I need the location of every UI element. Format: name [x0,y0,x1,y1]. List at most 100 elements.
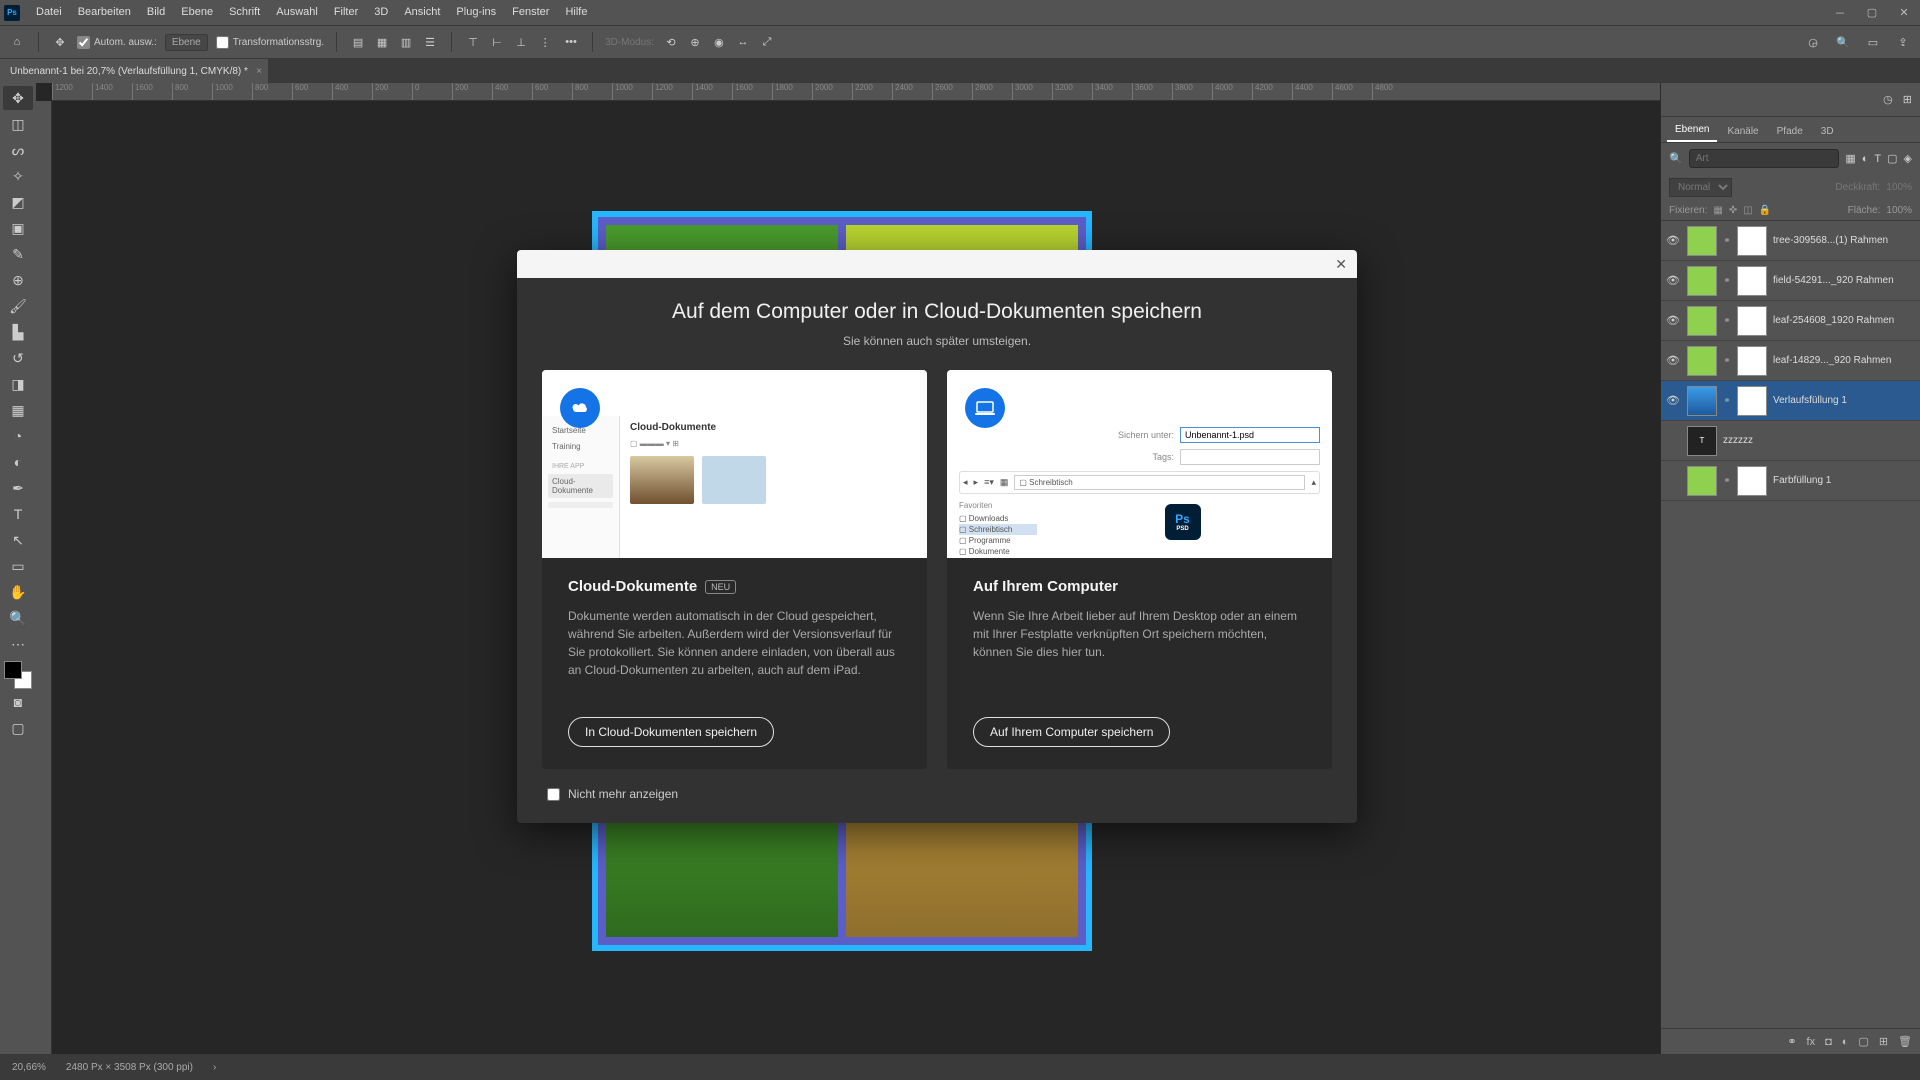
layer-row[interactable]: Tzzzzzz [1661,421,1920,461]
search-icon[interactable]: 🔍 [1834,33,1852,51]
document-tab[interactable]: Unbenannt-1 bei 20,7% (Verlaufsfüllung 1… [0,59,268,83]
eyedropper-tool[interactable]: ✎ [3,242,33,266]
layer-row[interactable]: 👁⚭Verlaufsfüllung 1 [1661,381,1920,421]
move-tool-icon[interactable]: ✥ [51,33,69,51]
align-center-h-icon[interactable]: ▦ [373,33,391,51]
screenmode-tool[interactable]: ▢ [3,716,33,740]
layer-name[interactable]: tree-309568...(1) Rahmen [1773,235,1916,246]
crop-tool[interactable]: ◩ [3,190,33,214]
filter-adjust-icon[interactable]: ◐ [1862,153,1869,165]
menu-edit[interactable]: Bearbeiten [70,0,139,25]
layer-name[interactable]: leaf-14829..._920 Rahmen [1773,355,1916,366]
auto-select-target[interactable]: Ebene [165,34,208,51]
fx-icon[interactable]: fx [1807,1036,1816,1048]
path-tool[interactable]: ↖ [3,528,33,552]
menu-layer[interactable]: Ebene [173,0,221,25]
blend-mode-select[interactable]: Normal [1669,178,1732,197]
workspace-icon[interactable]: ▭ [1864,33,1882,51]
3d-orbit-icon[interactable]: ⟲ [662,33,680,51]
adjustment-icon[interactable]: ◐ [1842,1036,1849,1048]
opacity-value[interactable]: 100% [1886,182,1912,193]
menu-file[interactable]: Datei [28,0,70,25]
group-icon[interactable]: ▢ [1858,1035,1868,1048]
align-bottom-icon[interactable]: ⊥ [512,33,530,51]
zoom-tool[interactable]: 🔍 [3,606,33,630]
menu-select[interactable]: Auswahl [268,0,326,25]
3d-pan-icon[interactable]: ⊕ [686,33,704,51]
3d-roll-icon[interactable]: ◉ [710,33,728,51]
mask-icon[interactable]: ◘ [1825,1036,1832,1048]
lock-pixels-icon[interactable]: ▦ [1713,205,1722,216]
menu-plugins[interactable]: Plug-ins [448,0,504,25]
menu-help[interactable]: Hilfe [557,0,595,25]
align-middle-icon[interactable]: ⊢ [488,33,506,51]
layer-name[interactable]: Verlaufsfüllung 1 [1773,395,1916,406]
align-left-icon[interactable]: ▤ [349,33,367,51]
distribute-icon[interactable]: ☰ [421,33,439,51]
home-icon[interactable]: ⌂ [8,33,26,51]
menu-window[interactable]: Fenster [504,0,557,25]
save-cloud-button[interactable]: In Cloud-Dokumenten speichern [568,717,774,747]
new-layer-icon[interactable]: ⊞ [1879,1035,1888,1048]
lock-all-icon[interactable]: 🔒 [1759,205,1771,216]
frame-tool[interactable]: ▣ [3,216,33,240]
share-icon[interactable]: ⇪ [1894,33,1912,51]
layer-row[interactable]: 👁⚭tree-309568...(1) Rahmen [1661,221,1920,261]
gradient-tool[interactable]: ▦ [3,398,33,422]
move-tool[interactable]: ✥ [3,86,33,110]
zoom-level[interactable]: 20,66% [12,1062,46,1073]
layer-name[interactable]: leaf-254608_1920 Rahmen [1773,315,1916,326]
color-swatches[interactable] [4,661,32,689]
menu-view[interactable]: Ansicht [396,0,448,25]
layer-row[interactable]: 👁⚭leaf-254608_1920 Rahmen [1661,301,1920,341]
filter-smart-icon[interactable]: ◈ [1904,152,1912,165]
distribute-v-icon[interactable]: ⋮ [536,33,554,51]
type-tool[interactable]: T [3,502,33,526]
transform-controls-checkbox[interactable]: Transformationsstrg. [216,36,324,49]
auto-select-checkbox[interactable]: Autom. ausw.: [77,36,157,49]
menu-filter[interactable]: Filter [326,0,366,25]
filter-icon[interactable]: 🔍 [1669,152,1683,165]
pen-tool[interactable]: ✒ [3,476,33,500]
visibility-toggle[interactable]: 👁 [1665,354,1681,367]
wand-tool[interactable]: ✧ [3,164,33,188]
dialog-close-button[interactable]: ✕ [1335,256,1347,273]
3d-scale-icon[interactable]: ⤢ [758,33,776,51]
restore-button[interactable]: ▢ [1856,3,1888,23]
properties-panel-icon[interactable]: ⊞ [1903,93,1912,106]
lock-artboard-icon[interactable]: ◫ [1743,205,1752,216]
hand-tool[interactable]: ✋ [3,580,33,604]
layer-row[interactable]: ⚭Farbfüllung 1 [1661,461,1920,501]
visibility-toggle[interactable]: 👁 [1665,394,1681,407]
tab-3d[interactable]: 3D [1813,121,1842,142]
quickmask-tool[interactable]: ◙ [3,690,33,714]
filter-pixel-icon[interactable]: ▦ [1845,152,1855,165]
edit-toolbar[interactable]: ⋯ [3,632,33,656]
filter-shape-icon[interactable]: ▢ [1887,152,1897,165]
visibility-toggle[interactable]: 👁 [1665,274,1681,287]
menu-image[interactable]: Bild [139,0,173,25]
delete-layer-icon[interactable]: 🗑 [1898,1035,1912,1048]
shape-tool[interactable]: ▭ [3,554,33,578]
minimize-button[interactable]: － [1824,3,1856,23]
close-button[interactable]: ✕ [1888,3,1920,23]
history-panel-icon[interactable]: ◷ [1883,93,1893,106]
tab-paths[interactable]: Pfade [1769,121,1811,142]
3d-slide-icon[interactable]: ↔ [734,33,752,51]
lock-position-icon[interactable]: ✜ [1729,205,1737,216]
menu-type[interactable]: Schrift [221,0,268,25]
align-top-icon[interactable]: ⊤ [464,33,482,51]
lasso-tool[interactable]: ᔕ [3,138,33,162]
eraser-tool[interactable]: ◨ [3,372,33,396]
filter-type-icon[interactable]: T [1874,153,1881,165]
brush-tool[interactable]: 🖌 [3,294,33,318]
tab-close-icon[interactable]: × [256,66,262,77]
link-layers-icon[interactable]: ⚭ [1787,1035,1796,1048]
history-brush-tool[interactable]: ↺ [3,346,33,370]
dont-show-checkbox[interactable] [547,788,560,801]
marquee-tool[interactable]: ◫ [3,112,33,136]
menu-3d[interactable]: 3D [366,0,396,25]
blur-tool[interactable]: ◔ [3,424,33,448]
align-right-icon[interactable]: ▥ [397,33,415,51]
visibility-toggle[interactable]: 👁 [1665,234,1681,247]
